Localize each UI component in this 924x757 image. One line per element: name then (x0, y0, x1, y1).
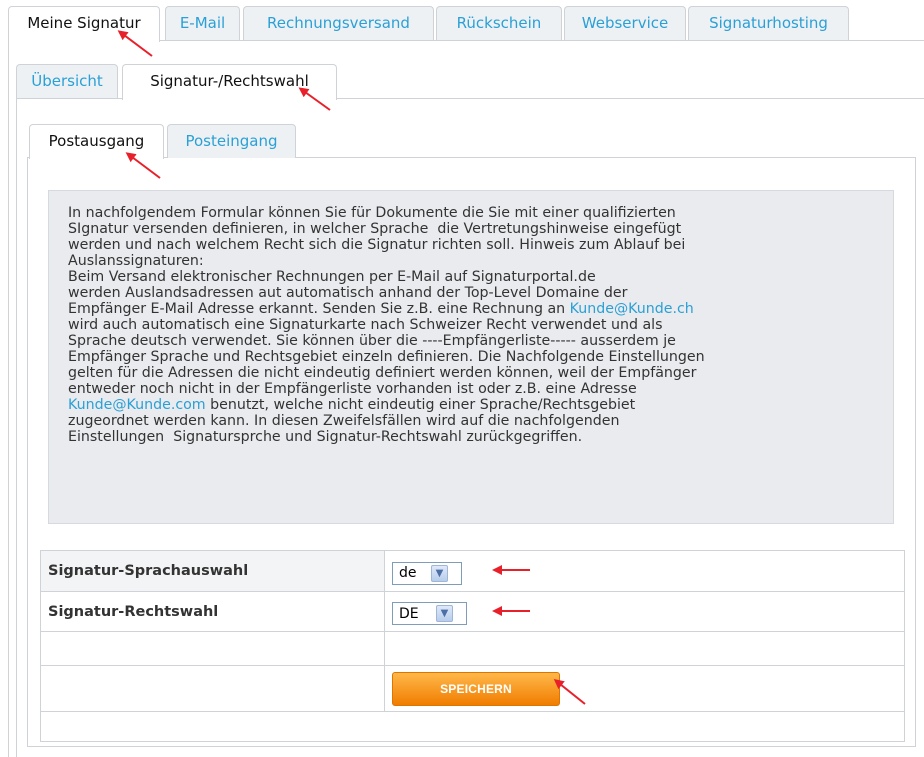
annotation-arrows (117, 30, 586, 705)
arrow-to-save-button (553, 679, 586, 705)
arrow-to-signatur-rechtswahl (298, 87, 331, 111)
arrow-to-postausgang (125, 152, 161, 179)
arrow-to-meine-signatur (117, 30, 153, 57)
